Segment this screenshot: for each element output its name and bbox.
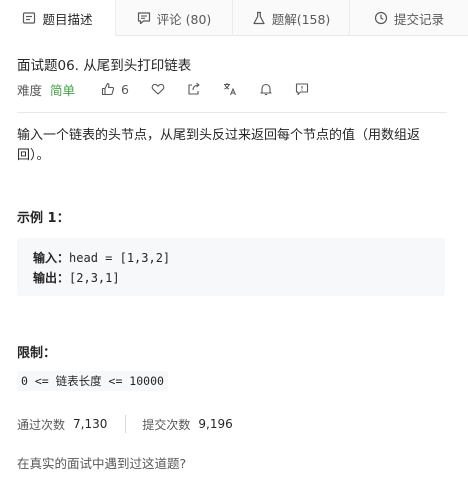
difficulty-label: 难度 [17,82,43,98]
accepted-count: 7,130 [73,417,108,431]
difficulty-badge: 简单 [50,82,76,98]
thumbs-up-icon [101,82,115,96]
feedback-button[interactable] [295,82,309,96]
translate-button[interactable] [223,82,237,96]
divider [17,112,447,113]
tab-label: 题目描述 [42,11,93,27]
flask-icon [253,11,265,25]
problem-meta: 难度 简单 6 [17,81,309,98]
clock-icon [374,11,388,25]
tab-comments[interactable]: 评论 (80) [116,0,233,36]
like-button[interactable]: 6 [101,82,129,97]
output-value: [2,3,1] [69,271,120,285]
bell-icon [260,83,272,96]
tab-label: 提交记录 [393,11,444,27]
heart-icon [151,83,165,95]
problem-title: 面试题06. 从尾到头打印链表 [17,58,192,74]
like-count: 6 [121,81,129,97]
output-label: 输出： [33,271,70,285]
translate-icon [223,83,236,96]
feedback-icon [295,83,309,96]
favorite-button[interactable] [151,82,165,96]
submitted-label: 提交次数 [142,417,191,432]
comment-icon [137,12,150,25]
tab-label: 题解(158) [271,11,331,27]
example-output-line: 输出：[2,3,1] [33,268,445,288]
tab-solutions[interactable]: 题解(158) [233,0,350,36]
notification-button[interactable] [259,82,273,96]
example-code-block: 输入：head = [1,3,2] 输出：[2,3,1] [17,238,445,296]
limits-code: 0 <= 链表长度 <= 10000 [17,371,168,391]
input-label: 输入： [33,251,70,265]
submission-stats: 通过次数 7,130 提交次数 9,196 [17,414,233,434]
limits-title: 限制： [17,346,57,361]
stats-separator [125,415,127,433]
accepted-label: 通过次数 [17,417,66,432]
problem-description: 输入一个链表的头节点，从尾到头反过来返回每个节点的值（用数组返回）。 [17,128,421,163]
example-input-line: 输入：head = [1,3,2] [33,248,445,268]
share-icon [188,82,200,95]
tab-submissions[interactable]: 提交记录 [350,0,468,36]
tab-description[interactable]: 题目描述 [0,0,116,37]
tab-label: 评论 (80) [156,11,212,27]
document-icon [23,12,36,24]
example-title: 示例 1： [17,211,70,226]
tab-bar: 题目描述 评论 (80) 题解(158) 提交记录 [0,0,468,37]
submitted-count: 9,196 [198,417,233,431]
interview-question-prompt[interactable]: 在真实的面试中遇到过这道题? [17,453,186,472]
share-button[interactable] [187,82,201,96]
input-value: head = [1,3,2] [69,251,171,265]
